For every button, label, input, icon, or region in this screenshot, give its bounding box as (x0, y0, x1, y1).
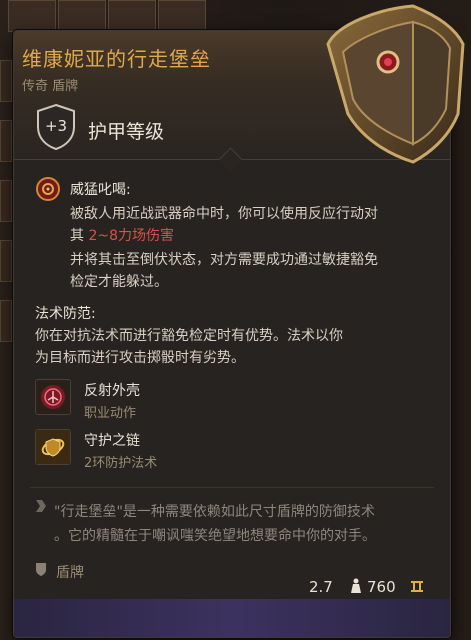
tooltip-footer (14, 599, 450, 637)
granted-spell-type: 2环防护法术 (84, 456, 158, 471)
inventory-slot[interactable] (158, 0, 206, 32)
inventory-slot[interactable] (58, 0, 106, 32)
armor-class-value: +3 (44, 117, 68, 135)
inventory-slot[interactable] (0, 180, 12, 222)
item-category: 盾牌 (56, 565, 84, 581)
item-price: 760 (367, 578, 396, 596)
item-rarity-type: 传奇 盾牌 (22, 79, 79, 94)
inventory-slot[interactable] (0, 300, 12, 342)
reflect-rune-icon (41, 385, 65, 409)
spell-guard-line: 为目标而进行攻击掷骰时有劣势。 (35, 350, 245, 366)
flavor-text-line: "行走堡垒"是一种需要依赖如此尺寸盾牌的防御技术 (54, 504, 375, 520)
intimidate-title: 威猛叱喝: (70, 182, 131, 198)
shield-item-artwork (326, 4, 465, 164)
inventory-slot[interactable] (0, 60, 12, 102)
warding-bond-icon (36, 430, 70, 464)
spell-guard-title: 法术防范: (35, 306, 96, 322)
damage-value: 2~8力场伤害 (88, 228, 174, 244)
granted-action-type: 职业动作 (84, 406, 137, 421)
intimidate-line: 并将其击至倒伏状态，对方需要成功通过敏捷豁免 (70, 252, 378, 268)
divider (30, 487, 434, 488)
intimidate-line: 检定才能躲过。 (70, 274, 168, 290)
item-weight: 2.7 (309, 578, 333, 596)
granted-action-name: 反射外壳 (84, 383, 140, 399)
shield-category-icon (36, 563, 46, 576)
intimidate-line: 被敌人用近战武器命中时，你可以使用反应行动对 (70, 206, 378, 222)
spell-guard-line: 你在对抗法术而进行豁免检定时有优势。法术以你 (35, 328, 343, 344)
inventory-slot[interactable] (8, 0, 56, 32)
inventory-slot[interactable] (0, 240, 12, 282)
granted-spell-name: 守护之链 (84, 433, 140, 449)
gold-coin-icon (411, 581, 423, 592)
armor-class-label: 护甲等级 (88, 121, 165, 143)
granted-action[interactable] (35, 379, 71, 415)
intimidate-line: 其 2~8力场伤害 (70, 228, 174, 244)
granted-spell[interactable] (35, 429, 71, 465)
inventory-slot[interactable] (0, 120, 12, 162)
header-notch (218, 147, 243, 172)
item-name: 维康妮亚的行走堡垒 (22, 47, 211, 71)
quote-icon (36, 500, 46, 512)
intimidate-icon (36, 177, 60, 201)
inventory-slot[interactable] (108, 0, 156, 32)
weight-icon (351, 578, 361, 593)
flavor-text-line: 。它的精髓在于嘲讽嗤笑绝望地想要命中你的对手。 (54, 528, 376, 544)
